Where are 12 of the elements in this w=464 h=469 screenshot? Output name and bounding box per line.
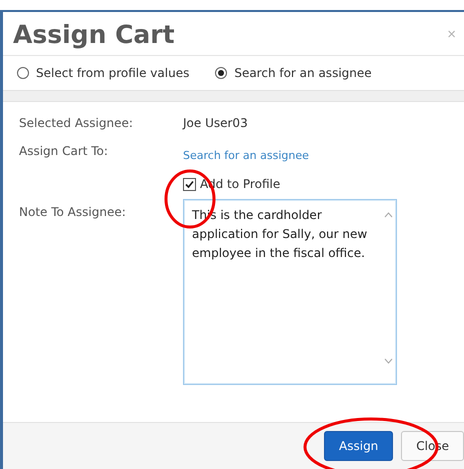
field-value: Joe User03 <box>183 116 249 130</box>
assign-button[interactable]: Assign <box>324 431 394 461</box>
field-label: Assign Cart To: <box>19 144 109 160</box>
checkbox[interactable] <box>183 178 196 190</box>
radio-label: Search for an assignee <box>234 66 372 80</box>
dialog-title: Assign Cart <box>13 20 175 49</box>
radio-button[interactable] <box>215 67 228 79</box>
radio-button[interactable] <box>17 67 29 79</box>
search-link[interactable]: Search for an assignee <box>183 149 309 162</box>
field-label: Selected Assignee: <box>19 116 134 130</box>
field-label: Note To Assignee: <box>19 205 127 221</box>
radio-label: Select from profile values <box>36 66 190 80</box>
